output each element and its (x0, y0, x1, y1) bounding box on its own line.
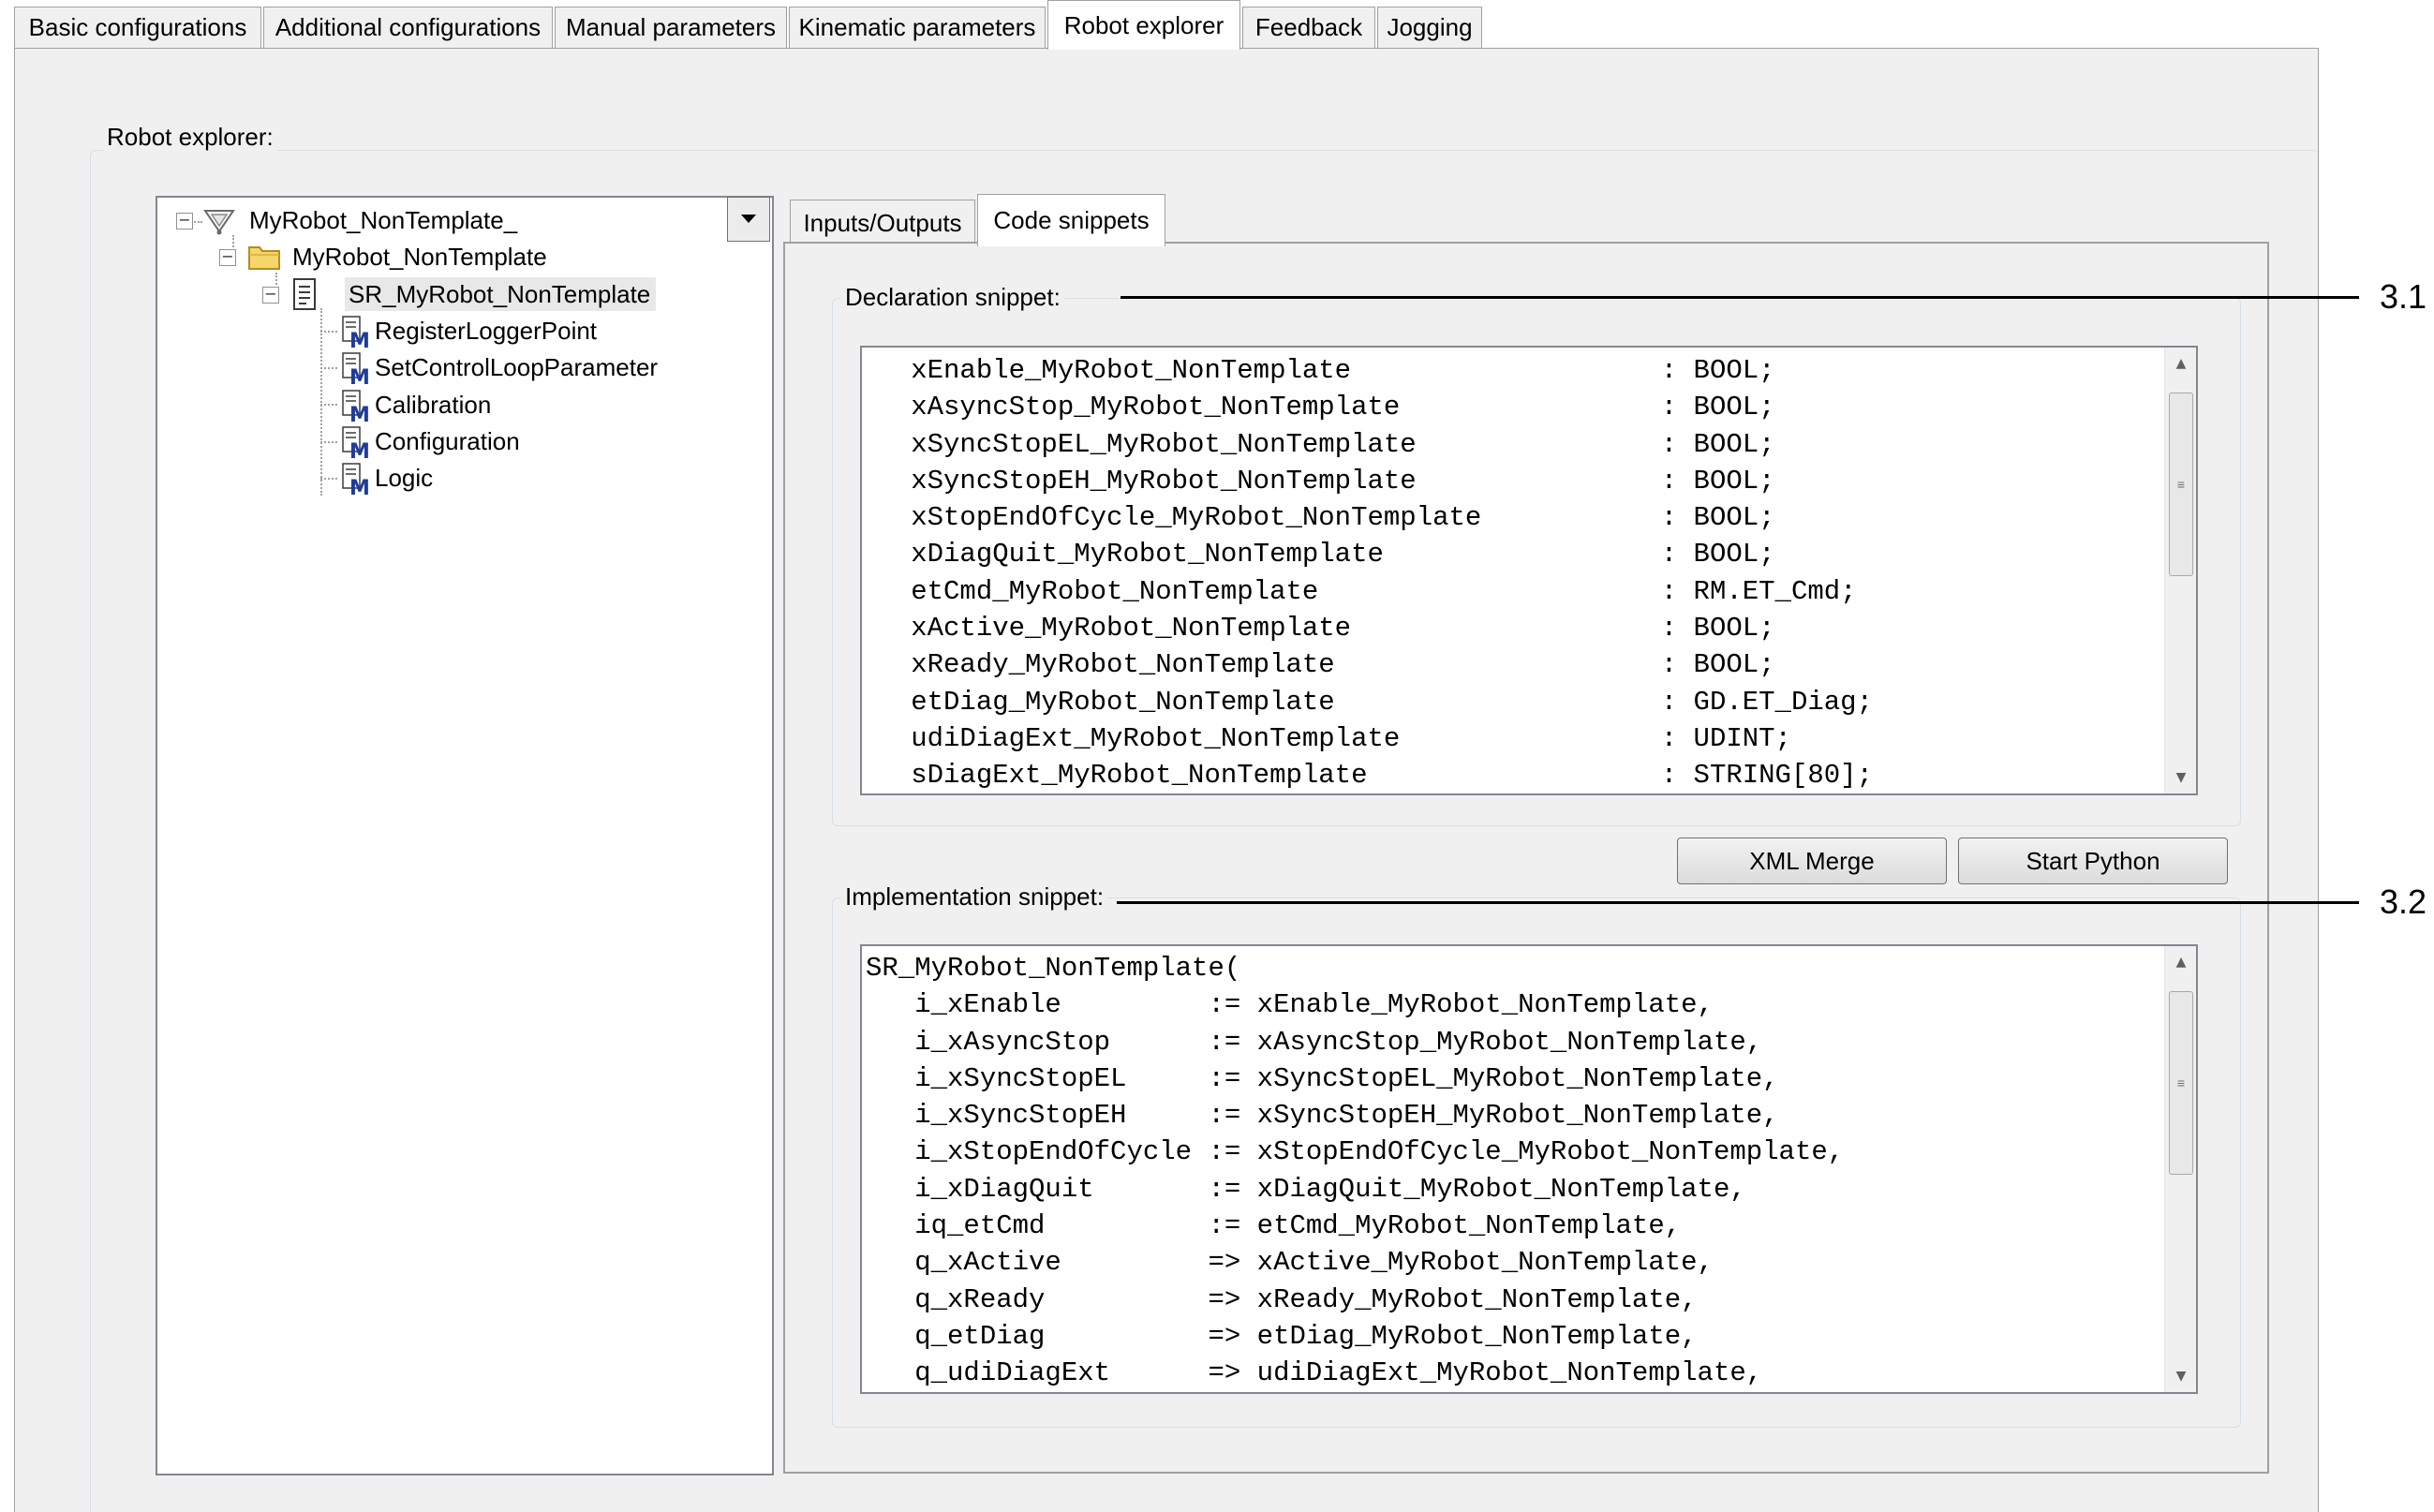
code-line: etCmd_MyRobot_NonTemplate : RM.ET_Cmd; (862, 575, 1857, 607)
code-line: xSyncStopEH_MyRobot_NonTemplate : BOOL; (862, 465, 1775, 497)
code-line: xEnable_MyRobot_NonTemplate : BOOL; (862, 355, 1775, 386)
scroll-down-icon[interactable]: ▼ (2165, 1360, 2196, 1392)
tab-label: Feedback (1254, 13, 1363, 41)
xml-merge-button[interactable]: XML Merge (1677, 838, 1947, 884)
tree-item-selected[interactable]: SR_MyRobot_NonTemplate (345, 277, 657, 311)
tree-method-item[interactable]: Calibration (375, 388, 491, 422)
code-line: xDiagQuit_MyRobot_NonTemplate : BOOL; (862, 539, 1775, 571)
code-line: q_udiDiagExt => udiDiagExt_MyRobot_NonTe… (866, 1357, 1763, 1389)
document-icon (290, 277, 319, 311)
collapse-root-toggle[interactable]: − (176, 213, 193, 230)
code-line: q_xReady => xReady_MyRobot_NonTemplate, (866, 1283, 1698, 1315)
tab-manual-parameters[interactable]: Manual parameters (555, 7, 787, 48)
tab-kinematic-parameters[interactable]: Kinematic parameters (789, 7, 1046, 48)
implementation-code: SR_MyRobot_NonTemplate( i_xEnable := xEn… (866, 950, 1844, 1392)
collapse-folder-toggle[interactable]: − (219, 249, 236, 266)
method-icon: M (341, 315, 371, 353)
tree-method-item[interactable]: Logic (375, 461, 433, 495)
tree-method-item[interactable]: SetControlLoopParameter (375, 350, 658, 384)
svg-text:M: M (349, 366, 370, 385)
declaration-code: xEnable_MyRobot_NonTemplate : BOOL; xAsy… (862, 352, 1873, 793)
scroll-thumb[interactable]: ≡ (2169, 393, 2193, 576)
tab-label: Basic configurations (28, 13, 247, 41)
code-line: i_xAsyncStop := xAsyncStop_MyRobot_NonTe… (866, 1026, 1763, 1058)
tab-label: Robot explorer (1063, 10, 1224, 39)
start-python-button[interactable]: Start Python (1958, 838, 2228, 884)
callout-line-declaration (1121, 296, 2359, 299)
implementation-label: Implementation snippet: (841, 881, 1108, 912)
svg-text:M: M (349, 440, 370, 459)
tab-basic-configurations[interactable]: Basic configurations (14, 7, 261, 48)
tree-folder[interactable]: MyRobot_NonTemplate (292, 240, 547, 274)
code-line: xSyncStopEL_MyRobot_NonTemplate : BOOL; (862, 428, 1775, 460)
code-line: q_xActive => xActive_MyRobot_NonTemplate… (866, 1247, 1714, 1279)
tree-method-item[interactable]: Configuration (375, 424, 520, 458)
code-line: i_xEnable := xEnable_MyRobot_NonTemplate… (866, 989, 1714, 1021)
svg-text:M: M (349, 330, 370, 348)
tree-dropdown-button[interactable] (727, 197, 770, 242)
robot-explorer-label: Robot explorer: (103, 122, 277, 152)
code-line: i_xSyncStopEL := xSyncStopEL_MyRobot_Non… (866, 1062, 1779, 1094)
method-icon: M (341, 389, 371, 427)
code-line: iq_etCmd := etCmd_MyRobot_NonTemplate, (866, 1210, 1682, 1242)
robot-icon (202, 205, 236, 237)
tab-label: Additional configurations (275, 13, 542, 41)
scroll-up-icon[interactable]: ▲ (2165, 946, 2196, 978)
chevron-down-icon (741, 215, 756, 223)
method-icon: M (341, 351, 371, 390)
declaration-textbox[interactable]: xEnable_MyRobot_NonTemplate : BOOL; xAsy… (860, 346, 2198, 795)
code-line: udiDiagExt_MyRobot_NonTemplate : UDINT; (862, 722, 1791, 754)
collapse-function-block-toggle[interactable]: − (262, 287, 279, 304)
code-line: xAsyncStop_MyRobot_NonTemplate : BOOL; (862, 392, 1775, 423)
method-icon: M (341, 425, 371, 464)
robot-tree-view[interactable]: − MyRobot_NonTemplate_ − MyRobot_NonTemp… (156, 196, 774, 1475)
callout-declaration: 3.1 (2380, 277, 2427, 316)
scroll-down-icon[interactable]: ▼ (2165, 762, 2196, 793)
implementation-textbox[interactable]: SR_MyRobot_NonTemplate( i_xEnable := xEn… (860, 944, 2198, 1394)
declaration-label: Declaration snippet: (841, 281, 1064, 313)
tab-additional-configurations[interactable]: Additional configurations (263, 7, 553, 48)
tab-jogging[interactable]: Jogging (1377, 7, 1482, 48)
code-line: sDiagExt_MyRobot_NonTemplate : STRING[80… (862, 760, 1873, 792)
tab-feedback[interactable]: Feedback (1242, 7, 1375, 48)
code-line: xActive_MyRobot_NonTemplate : BOOL; (862, 613, 1775, 645)
implementation-scrollbar[interactable]: ▲ ≡ ▼ (2164, 946, 2196, 1392)
svg-text:M: M (349, 404, 370, 422)
code-line: q_etDiag => etDiag_MyRobot_NonTemplate, (866, 1320, 1698, 1352)
tab-label: Kinematic parameters (798, 13, 1036, 41)
callout-line-implementation (1117, 901, 2359, 904)
scroll-up-icon[interactable]: ▲ (2165, 348, 2196, 379)
tree-method-item[interactable]: RegisterLoggerPoint (375, 314, 597, 348)
code-line: SR_MyRobot_NonTemplate( (866, 953, 1241, 984)
tab-label: Jogging (1387, 13, 1473, 41)
svg-text:M: M (349, 477, 370, 496)
code-line: i_xStopEndOfCycle := xStopEndOfCycle_MyR… (866, 1136, 1845, 1168)
button-label: XML Merge (1749, 846, 1875, 875)
code-line: i_xDiagQuit := xDiagQuit_MyRobot_NonTemp… (866, 1173, 1746, 1205)
code-line: etDiag_MyRobot_NonTemplate : GD.ET_Diag; (862, 686, 1873, 718)
scroll-thumb[interactable]: ≡ (2169, 991, 2193, 1175)
tab-robot-explorer[interactable]: Robot explorer (1047, 0, 1240, 50)
code-line: xReady_MyRobot_NonTemplate : BOOL; (862, 649, 1775, 681)
button-label: Start Python (2026, 846, 2160, 875)
tree-root-robot[interactable]: MyRobot_NonTemplate_ (249, 203, 517, 237)
code-line: xStopEndOfCycle_MyRobot_NonTemplate : BO… (862, 502, 1775, 534)
code-line: i_xSyncStopEH := xSyncStopEH_MyRobot_Non… (866, 1100, 1779, 1132)
callout-implementation: 3.2 (2380, 882, 2427, 921)
folder-icon (247, 241, 281, 273)
tab-label: Inputs/Outputs (803, 209, 962, 237)
declaration-scrollbar[interactable]: ▲ ≡ ▼ (2164, 348, 2196, 793)
tab-label: Code snippets (993, 206, 1150, 234)
tab-inputs-outputs[interactable]: Inputs/Outputs (790, 200, 975, 246)
top-tab-bar: Basic configurations Additional configur… (0, 0, 2319, 50)
tab-label: Manual parameters (566, 13, 776, 41)
method-icon: M (341, 462, 371, 500)
tab-code-snippets[interactable]: Code snippets (977, 194, 1165, 246)
